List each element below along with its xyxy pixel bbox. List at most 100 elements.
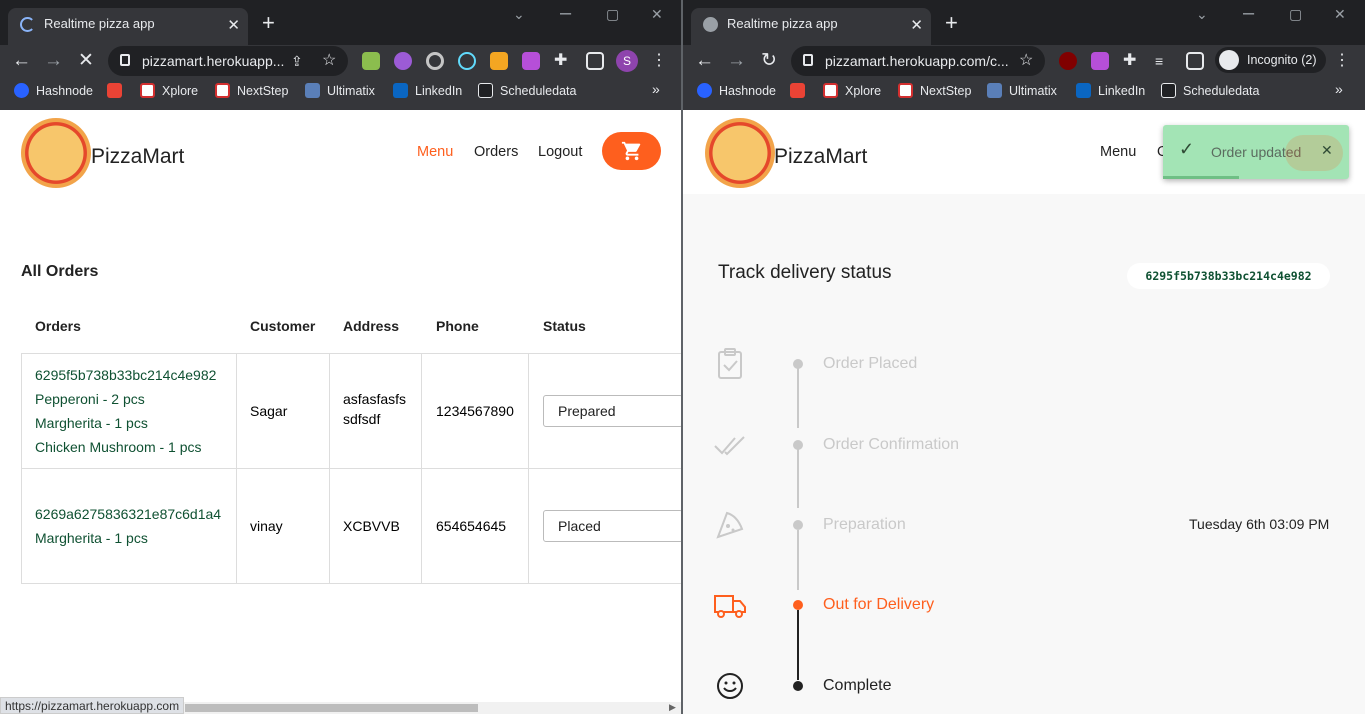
nav-orders[interactable]: Orders	[474, 144, 518, 160]
status-step-complete: Complete	[683, 671, 1365, 701]
extension-icon[interactable]	[426, 52, 444, 70]
page-title: All Orders	[21, 263, 99, 280]
bookmark-scheduledata[interactable]: Scheduledata	[1161, 83, 1259, 99]
toast-notification: ✓ Order updated ✕	[1163, 125, 1349, 179]
tab-search-icon[interactable]: ⌄	[1196, 6, 1208, 23]
bookmark-xplore[interactable]: Xplore	[823, 83, 881, 99]
status-step-placed: Order Placed	[683, 348, 1365, 379]
bookmark-ultimatix[interactable]: Ultimatix	[305, 83, 375, 99]
close-tab-icon[interactable]: ✕	[910, 10, 923, 41]
pizza-logo[interactable]	[705, 118, 775, 188]
bookmark-hashnode[interactable]: Hashnode	[697, 83, 776, 99]
order-id-link[interactable]: 6295f5b738b33bc214c4e982	[35, 363, 216, 387]
phone-cell: 1234567890	[436, 403, 514, 419]
maximize-icon[interactable]: ▢	[1289, 6, 1302, 23]
order-id-link[interactable]: 6269a6275836321e87c6d1a4	[35, 502, 221, 526]
address-bar[interactable]: pizzamart.herokuapp.com/c... ☆	[791, 46, 1045, 76]
react-devtools-icon[interactable]	[458, 52, 476, 70]
minimize-icon[interactable]: –	[560, 2, 571, 25]
cart-button-shadow	[1285, 135, 1343, 171]
more-bookmarks-icon[interactable]: »	[652, 81, 660, 97]
media-control-icon[interactable]: ≡	[1155, 52, 1173, 70]
nav-logout[interactable]: Logout	[538, 144, 582, 160]
bookmark-hashnode[interactable]: Hashnode	[14, 83, 93, 99]
scroll-right-icon[interactable]: ▶	[669, 702, 676, 713]
new-tab-button[interactable]: +	[945, 10, 958, 36]
tata-icon	[987, 83, 1002, 98]
back-icon[interactable]: ←	[695, 50, 714, 72]
brand-name[interactable]: PizzaMart	[91, 145, 184, 169]
tcs-icon	[823, 83, 838, 98]
browser-tab[interactable]: Realtime pizza app ✕	[691, 8, 931, 45]
incognito-badge[interactable]: Incognito (2)	[1215, 47, 1327, 73]
extension-icon[interactable]	[490, 52, 508, 70]
profile-avatar[interactable]: S	[616, 50, 638, 72]
gmail-icon[interactable]	[107, 83, 129, 99]
lock-icon	[803, 54, 813, 66]
close-window-icon[interactable]: ✕	[1334, 6, 1346, 23]
nav-menu[interactable]: Menu	[417, 144, 453, 160]
forward-icon[interactable]: →	[727, 50, 746, 72]
status-select[interactable]: Prepared	[543, 395, 682, 427]
tcs-icon	[215, 83, 230, 98]
bookmark-star-icon[interactable]: ☆	[1019, 46, 1033, 76]
brand-name[interactable]: PizzaMart	[774, 145, 867, 169]
maximize-icon[interactable]: ▢	[606, 6, 619, 23]
back-icon[interactable]: ←	[12, 50, 31, 72]
browser-tab[interactable]: Realtime pizza app ✕	[8, 8, 248, 45]
tab-search-icon[interactable]: ⌄	[513, 6, 525, 23]
pizza-slice-icon	[716, 511, 744, 539]
extension-icon[interactable]	[362, 52, 380, 70]
status-select[interactable]: Placed	[543, 510, 682, 542]
pizza-logo[interactable]	[21, 118, 91, 188]
status-step-confirmation: Order Confirmation	[683, 430, 1365, 460]
nav-menu[interactable]: Menu	[1100, 144, 1136, 160]
col-orders: Orders	[35, 318, 81, 334]
bookmark-nextstep[interactable]: NextStep	[898, 83, 971, 99]
toast-progress	[1163, 176, 1239, 179]
extensions-puzzle-icon[interactable]: ✚	[554, 52, 572, 70]
minimize-icon[interactable]: –	[1243, 2, 1254, 25]
forward-icon[interactable]: →	[44, 50, 63, 72]
kebab-menu-icon[interactable]: ⋮	[1334, 52, 1352, 70]
extension-icon[interactable]	[1091, 52, 1109, 70]
bookmark-scheduledata[interactable]: Scheduledata	[478, 83, 576, 99]
close-window-icon[interactable]: ✕	[651, 6, 663, 23]
ublock-icon[interactable]	[1059, 52, 1077, 70]
close-tab-icon[interactable]: ✕	[227, 10, 240, 41]
extensions-puzzle-icon[interactable]: ✚	[1123, 52, 1141, 70]
bookmark-star-icon[interactable]: ☆	[322, 46, 336, 76]
double-check-icon	[714, 436, 745, 456]
cart-button[interactable]	[602, 132, 661, 170]
col-address: Address	[343, 318, 400, 334]
toast-close-icon[interactable]: ✕	[1321, 142, 1333, 159]
more-bookmarks-icon[interactable]: »	[1335, 81, 1343, 97]
share-icon[interactable]: ⇪	[291, 46, 303, 76]
col-phone: Phone	[436, 318, 479, 334]
reload-icon[interactable]: ↻	[761, 50, 777, 72]
kebab-menu-icon[interactable]: ⋮	[651, 52, 669, 70]
tab-title: Realtime pizza app	[727, 16, 838, 31]
scheduledata-icon	[1161, 83, 1176, 98]
bookmark-nextstep[interactable]: NextStep	[215, 83, 288, 99]
order-item: Margherita - 1 pcs	[35, 530, 148, 546]
browser-toolbar: ← → ✕ pizzamart.herokuapp... ⇪ ☆ ✚ S ⋮	[0, 45, 682, 79]
extension-icon[interactable]	[394, 52, 412, 70]
smile-icon	[717, 673, 743, 699]
extension-icon[interactable]	[522, 52, 540, 70]
side-panel-icon[interactable]	[586, 52, 604, 70]
bookmark-ultimatix[interactable]: Ultimatix	[987, 83, 1057, 99]
bookmarks-bar: Hashnode Xplore NextStep Ultimatix Linke…	[683, 80, 1365, 102]
side-panel-icon[interactable]	[1186, 52, 1204, 70]
url-text: pizzamart.herokuapp.com/c...	[825, 53, 1009, 69]
new-tab-button[interactable]: +	[262, 10, 275, 36]
stop-icon[interactable]: ✕	[78, 50, 94, 72]
bookmark-linkedin[interactable]: LinkedIn	[1076, 83, 1145, 99]
step-label: Out for Delivery	[823, 596, 935, 613]
bookmark-xplore[interactable]: Xplore	[140, 83, 198, 99]
gmail-icon[interactable]	[790, 83, 812, 99]
bookmark-linkedin[interactable]: LinkedIn	[393, 83, 462, 99]
address-bar[interactable]: pizzamart.herokuapp... ⇪ ☆	[108, 46, 348, 76]
scrollbar-thumb[interactable]	[185, 704, 478, 712]
tab-strip: Realtime pizza app ✕ + ⌄ – ▢ ✕	[683, 0, 1365, 45]
